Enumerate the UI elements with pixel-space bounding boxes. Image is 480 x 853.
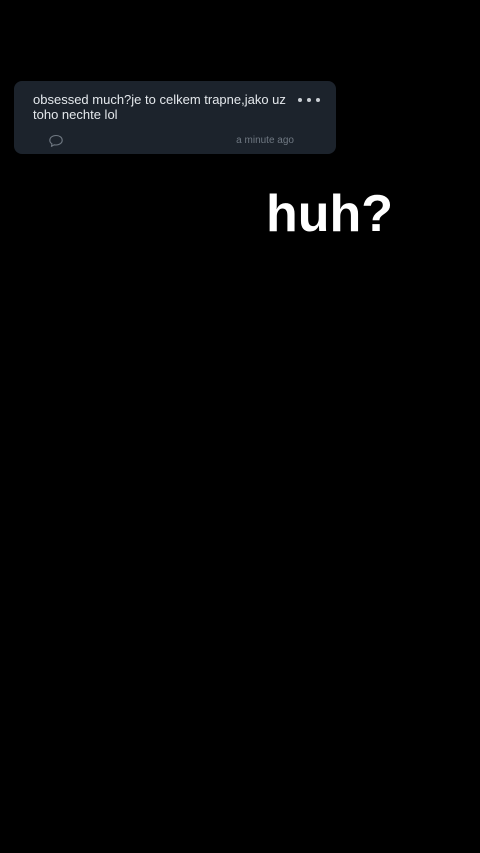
speech-bubble-icon[interactable] [48, 133, 64, 149]
more-horizontal-icon [316, 98, 320, 102]
comment-timestamp: a minute ago [236, 135, 294, 146]
more-options-button[interactable] [298, 93, 320, 107]
more-horizontal-icon [307, 98, 311, 102]
story-caption: huh? [266, 185, 394, 243]
more-horizontal-icon [298, 98, 302, 102]
comment-text: obsessed much?je to celkem trapne,jako u… [33, 92, 286, 122]
comment-card[interactable]: obsessed much?je to celkem trapne,jako u… [14, 81, 336, 154]
